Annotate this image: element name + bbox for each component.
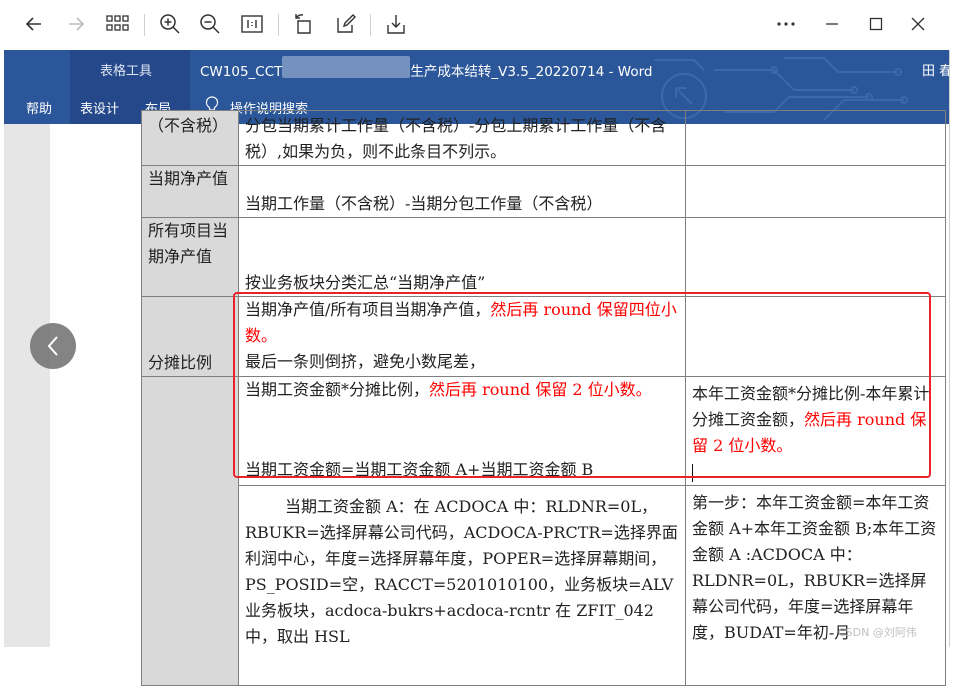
logic-cell[interactable]: 按业务板块分类汇总“当期净产值”	[238, 217, 686, 297]
title-redaction	[282, 56, 410, 78]
more-icon[interactable]	[772, 10, 800, 38]
field-name-cell[interactable]: 所有项目当期净产值	[141, 217, 239, 297]
vertical-scrollbar[interactable]	[949, 50, 953, 647]
document-title: CW105_CCT 生产成本结转_V3.5_20220714 - Word	[200, 64, 653, 80]
table-row: （不含税） 分包当期累计工作量（不含税）-分包上期累计工作量（不含税）,如果为负…	[141, 110, 946, 166]
field-name-cell[interactable]	[141, 376, 239, 686]
remark-cell[interactable]	[685, 110, 946, 166]
tab-table-design[interactable]: 表设计	[80, 98, 119, 117]
minimize-icon[interactable]	[818, 10, 846, 38]
highlight-annotation-box	[233, 292, 931, 478]
grid-view-icon[interactable]	[104, 10, 132, 38]
field-name-cell[interactable]: 当期净产值	[141, 165, 239, 218]
previous-page-button[interactable]	[30, 323, 76, 369]
close-icon[interactable]	[904, 10, 932, 38]
logic-cell[interactable]: 当期工资金额 A：在 ACDOCA 中：RLDNR=0L，RBUKR=选择屏幕公…	[238, 485, 686, 686]
tab-help[interactable]: 帮助	[26, 98, 52, 117]
table-tools-label: 表格工具	[100, 64, 153, 79]
remark-cell[interactable]	[685, 217, 946, 297]
field-name-cell[interactable]: 分摊比例	[141, 296, 239, 377]
back-arrow-icon[interactable]	[20, 10, 48, 38]
table-row: 当期净产值 当期工作量（不含税）-当期分包工作量（不含税）	[141, 165, 946, 218]
table-row: 当期工资金额 A：在 ACDOCA 中：RLDNR=0L，RBUKR=选择屏幕公…	[142, 485, 946, 686]
table-row: 所有项目当期净产值 按业务板块分类汇总“当期净产值”	[141, 217, 946, 297]
logic-cell[interactable]: 当期工作量（不含税）-当期分包工作量（不含税）	[238, 165, 686, 218]
maximize-icon[interactable]	[862, 10, 890, 38]
remark-cell[interactable]	[685, 165, 946, 218]
zoom-out-icon[interactable]	[196, 10, 224, 38]
chevron-left-icon	[47, 336, 58, 356]
watermark: CSDN @刘阿伟	[838, 626, 917, 639]
field-name-cell[interactable]: （不含税）	[141, 110, 239, 166]
edit-icon[interactable]	[332, 10, 360, 38]
viewer-toolbar	[0, 0, 953, 50]
logic-cell[interactable]: 分包当期累计工作量（不含税）-分包上期累计工作量（不含税）,如果为负，则不此条目…	[238, 110, 686, 166]
forward-arrow-icon[interactable]	[62, 10, 90, 38]
user-name[interactable]: 田 春	[922, 60, 949, 79]
remark-cell[interactable]: 第一步：本年工资金额=本年工资金额 A+本年工资金额 B;本年工资金额 A :A…	[685, 485, 946, 686]
actual-size-icon[interactable]	[238, 10, 266, 38]
save-icon[interactable]	[382, 10, 410, 38]
zoom-in-icon[interactable]	[156, 10, 184, 38]
rotate-icon[interactable]	[290, 10, 318, 38]
